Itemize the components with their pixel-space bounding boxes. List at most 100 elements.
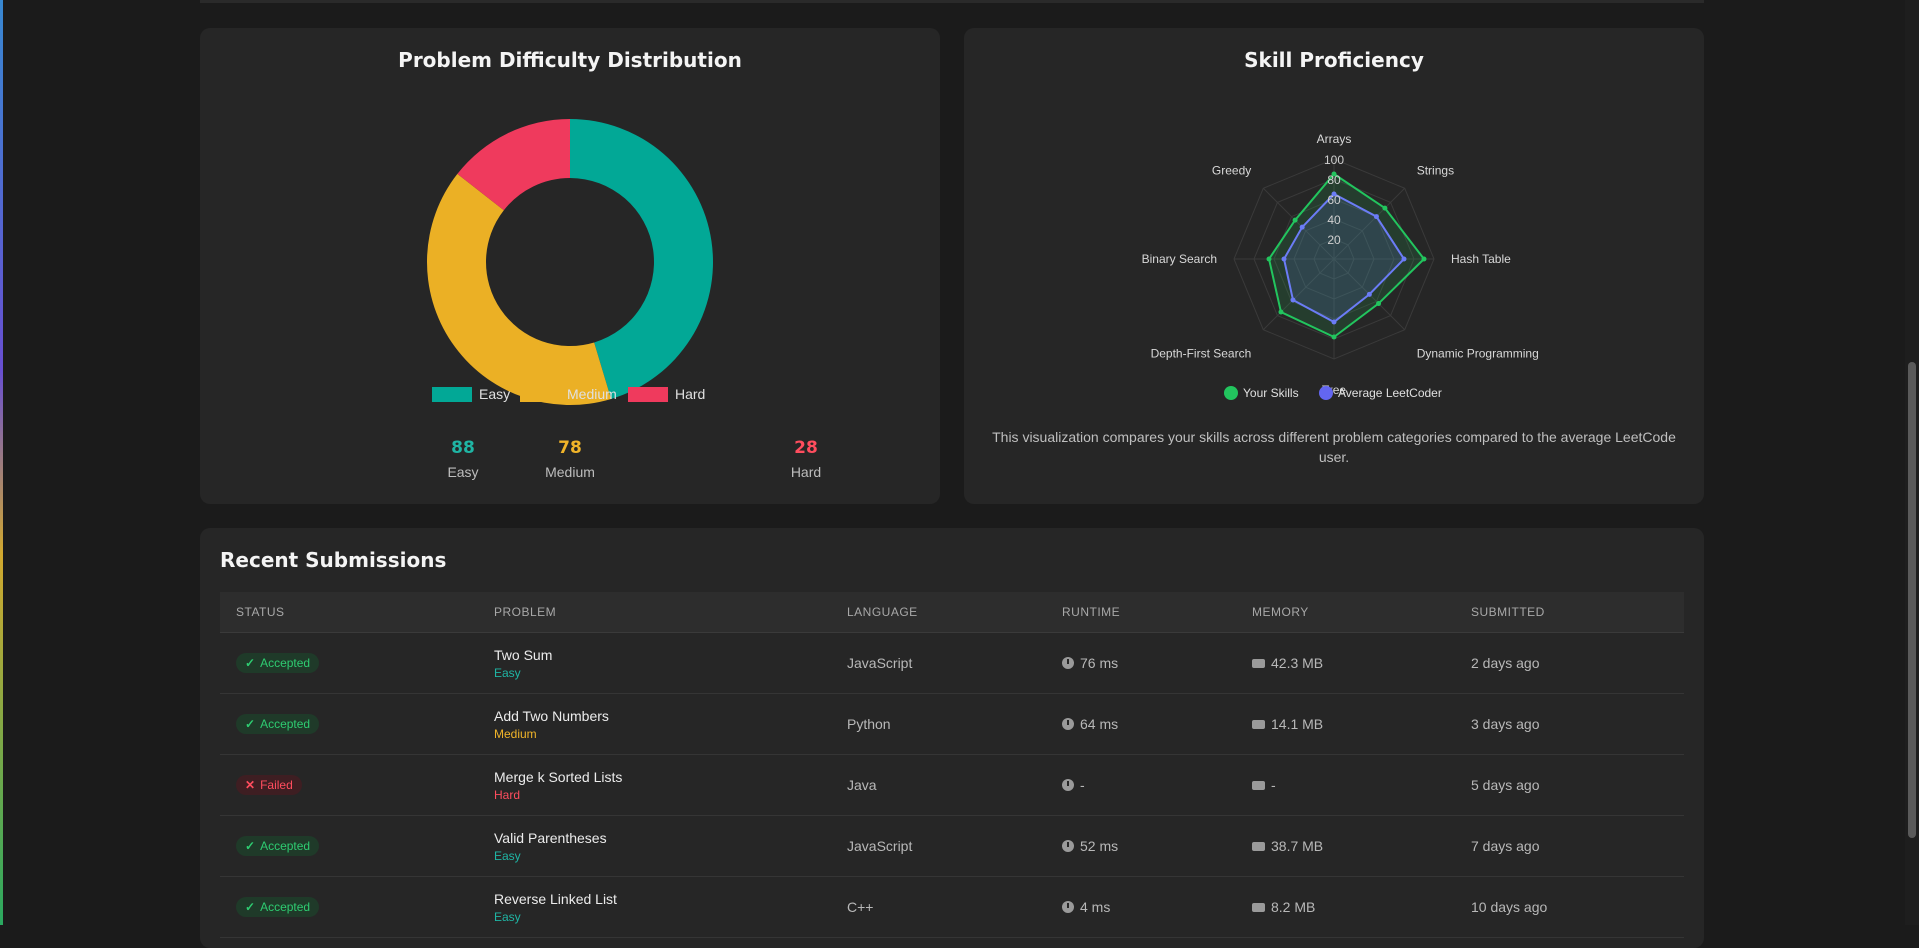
radar-point[interactable] (1331, 319, 1337, 325)
radar-axis-label: Depth-First Search (1151, 347, 1252, 361)
status-badge: ✓ Accepted (236, 714, 320, 734)
skill-proficiency-card: Skill Proficiency 20 40 60 80 100 Arrays Strin… (964, 28, 1704, 504)
status-badge: ✕ Failed (236, 775, 302, 795)
problem-cell: Two Sum Easy (494, 633, 552, 693)
legend-easy[interactable]: Easy (432, 386, 510, 402)
legend-label: Medium (567, 386, 617, 402)
radar-axis-label: Hash Table (1451, 252, 1511, 266)
radar-point[interactable] (1373, 214, 1379, 220)
radar-point[interactable] (1382, 205, 1388, 211)
problem-name[interactable]: Valid Parentheses (494, 830, 607, 846)
legend-label: Easy (479, 386, 511, 402)
memory-value: - (1271, 777, 1276, 793)
problem-difficulty: Easy (494, 848, 521, 863)
clock-icon (1062, 657, 1074, 669)
legend-swatch (628, 386, 668, 402)
skills-chart-title: Skill Proficiency (1244, 48, 1424, 72)
problem-name[interactable]: Two Sum (494, 647, 552, 663)
check-icon: ✓ (245, 900, 256, 914)
radar-point[interactable] (1331, 334, 1337, 340)
clock-icon (1062, 718, 1074, 730)
scrollbar-thumb[interactable] (1908, 362, 1916, 838)
radar-point[interactable] (1366, 291, 1372, 297)
language-cell: JavaScript (847, 655, 913, 671)
table-row[interactable]: ✓ Accepted Add Two Numbers Medium Python… (220, 694, 1684, 755)
recent-submissions-card: Recent Submissions STATUS PROBLEM LANGUA… (200, 528, 1704, 948)
legend-your-skills-dot (1224, 386, 1238, 400)
status-text: Accepted (260, 656, 311, 670)
legend-swatch (432, 386, 472, 402)
radar-point[interactable] (1292, 217, 1298, 223)
radar-axis-label: Strings (1417, 163, 1454, 177)
table-row[interactable]: ✓ Accepted Two Sum Easy JavaScript 76 ms… (220, 633, 1684, 694)
radar-axis-label: Arrays (1317, 132, 1352, 146)
table-header: STATUS PROBLEM LANGUAGE RUNTIME MEMORY S… (220, 592, 1684, 633)
memory-value: 14.1 MB (1271, 716, 1324, 732)
skill-radar-chart: 20 40 60 80 100 Arrays Strings Hash Table Dynami… (1142, 132, 1539, 397)
memory-cell: 14.1 MB (1252, 694, 1323, 754)
problem-name[interactable]: Reverse Linked List (494, 891, 617, 907)
legend-hard[interactable]: Hard (628, 386, 705, 402)
legend-average-label: Average LeetCoder (1338, 386, 1442, 400)
status-text: Accepted (260, 900, 311, 914)
memory-value: 8.2 MB (1271, 899, 1316, 915)
radar-axis-label: Greedy (1212, 163, 1251, 177)
col-submitted[interactable]: SUBMITTED (1471, 605, 1545, 619)
window-edge-accent (0, 0, 3, 925)
status-badge: ✓ Accepted (236, 653, 320, 673)
clock-icon (1062, 901, 1074, 913)
table-row[interactable]: ✓ Accepted Valid Parentheses Easy JavaSc… (220, 816, 1684, 877)
legend-average[interactable]: Average LeetCoder (1319, 386, 1442, 400)
problem-cell: Reverse Linked List Easy (494, 877, 617, 937)
status-text: Failed (260, 778, 293, 792)
clock-icon (1062, 779, 1074, 791)
legend-label: Hard (675, 386, 706, 402)
memory-cell: 42.3 MB (1252, 633, 1323, 693)
problem-difficulty: Medium (494, 726, 537, 741)
problem-name[interactable]: Add Two Numbers (494, 708, 609, 724)
col-runtime[interactable]: RUNTIME (1062, 605, 1120, 619)
runtime-value: 4 ms (1080, 899, 1111, 915)
status-cell: ✓ Accepted (236, 633, 320, 693)
problem-cell: Valid Parentheses Easy (494, 816, 607, 876)
problem-name[interactable]: Merge k Sorted Lists (494, 769, 622, 785)
col-memory[interactable]: MEMORY (1252, 605, 1309, 619)
donut-slice-medium[interactable] (427, 173, 612, 405)
difficulty-chart-title: Problem Difficulty Distribution (398, 48, 742, 72)
radar-point[interactable] (1299, 224, 1305, 230)
status-cell: ✕ Failed (236, 755, 302, 815)
submitted-cell: 5 days ago (1471, 777, 1540, 793)
radar-point[interactable] (1376, 301, 1382, 307)
memory-cell: 8.2 MB (1252, 877, 1315, 937)
col-status[interactable]: STATUS (236, 605, 285, 619)
col-language[interactable]: LANGUAGE (847, 605, 918, 619)
radar-tick-label: 40 (1327, 213, 1341, 227)
language-cell: Java (847, 777, 877, 793)
memory-value: 42.3 MB (1271, 655, 1324, 671)
language-cell: Python (847, 716, 891, 732)
radar-point[interactable] (1266, 256, 1272, 262)
status-text: Accepted (260, 839, 311, 853)
radar-point[interactable] (1401, 256, 1407, 262)
memory-icon (1252, 841, 1265, 851)
radar-point[interactable] (1278, 309, 1284, 315)
submitted-cell: 2 days ago (1471, 655, 1540, 671)
legend-your-skills[interactable]: Your Skills (1224, 386, 1299, 400)
memory-icon (1252, 719, 1265, 729)
table-row[interactable]: ✕ Failed Merge k Sorted Lists Hard Java … (220, 755, 1684, 816)
radar-point[interactable] (1281, 256, 1287, 262)
radar-axis-label: Dynamic Programming (1417, 347, 1539, 361)
runtime-value: 76 ms (1080, 655, 1119, 671)
radar-point[interactable] (1290, 297, 1296, 303)
stat-hard-label: Hard (790, 464, 822, 480)
col-problem[interactable]: PROBLEM (494, 605, 556, 619)
legend-medium[interactable]: Medium (520, 386, 617, 402)
submitted-cell: 7 days ago (1471, 838, 1540, 854)
runtime-cell: 4 ms (1062, 877, 1110, 937)
memory-value: 38.7 MB (1271, 838, 1324, 854)
memory-cell: - (1252, 755, 1276, 815)
radar-point[interactable] (1421, 256, 1427, 262)
table-row[interactable]: ✓ Accepted Reverse Linked List Easy C++ … (220, 877, 1684, 938)
legend-your-skills-label: Your Skills (1243, 386, 1299, 400)
check-icon: ✓ (245, 717, 256, 731)
